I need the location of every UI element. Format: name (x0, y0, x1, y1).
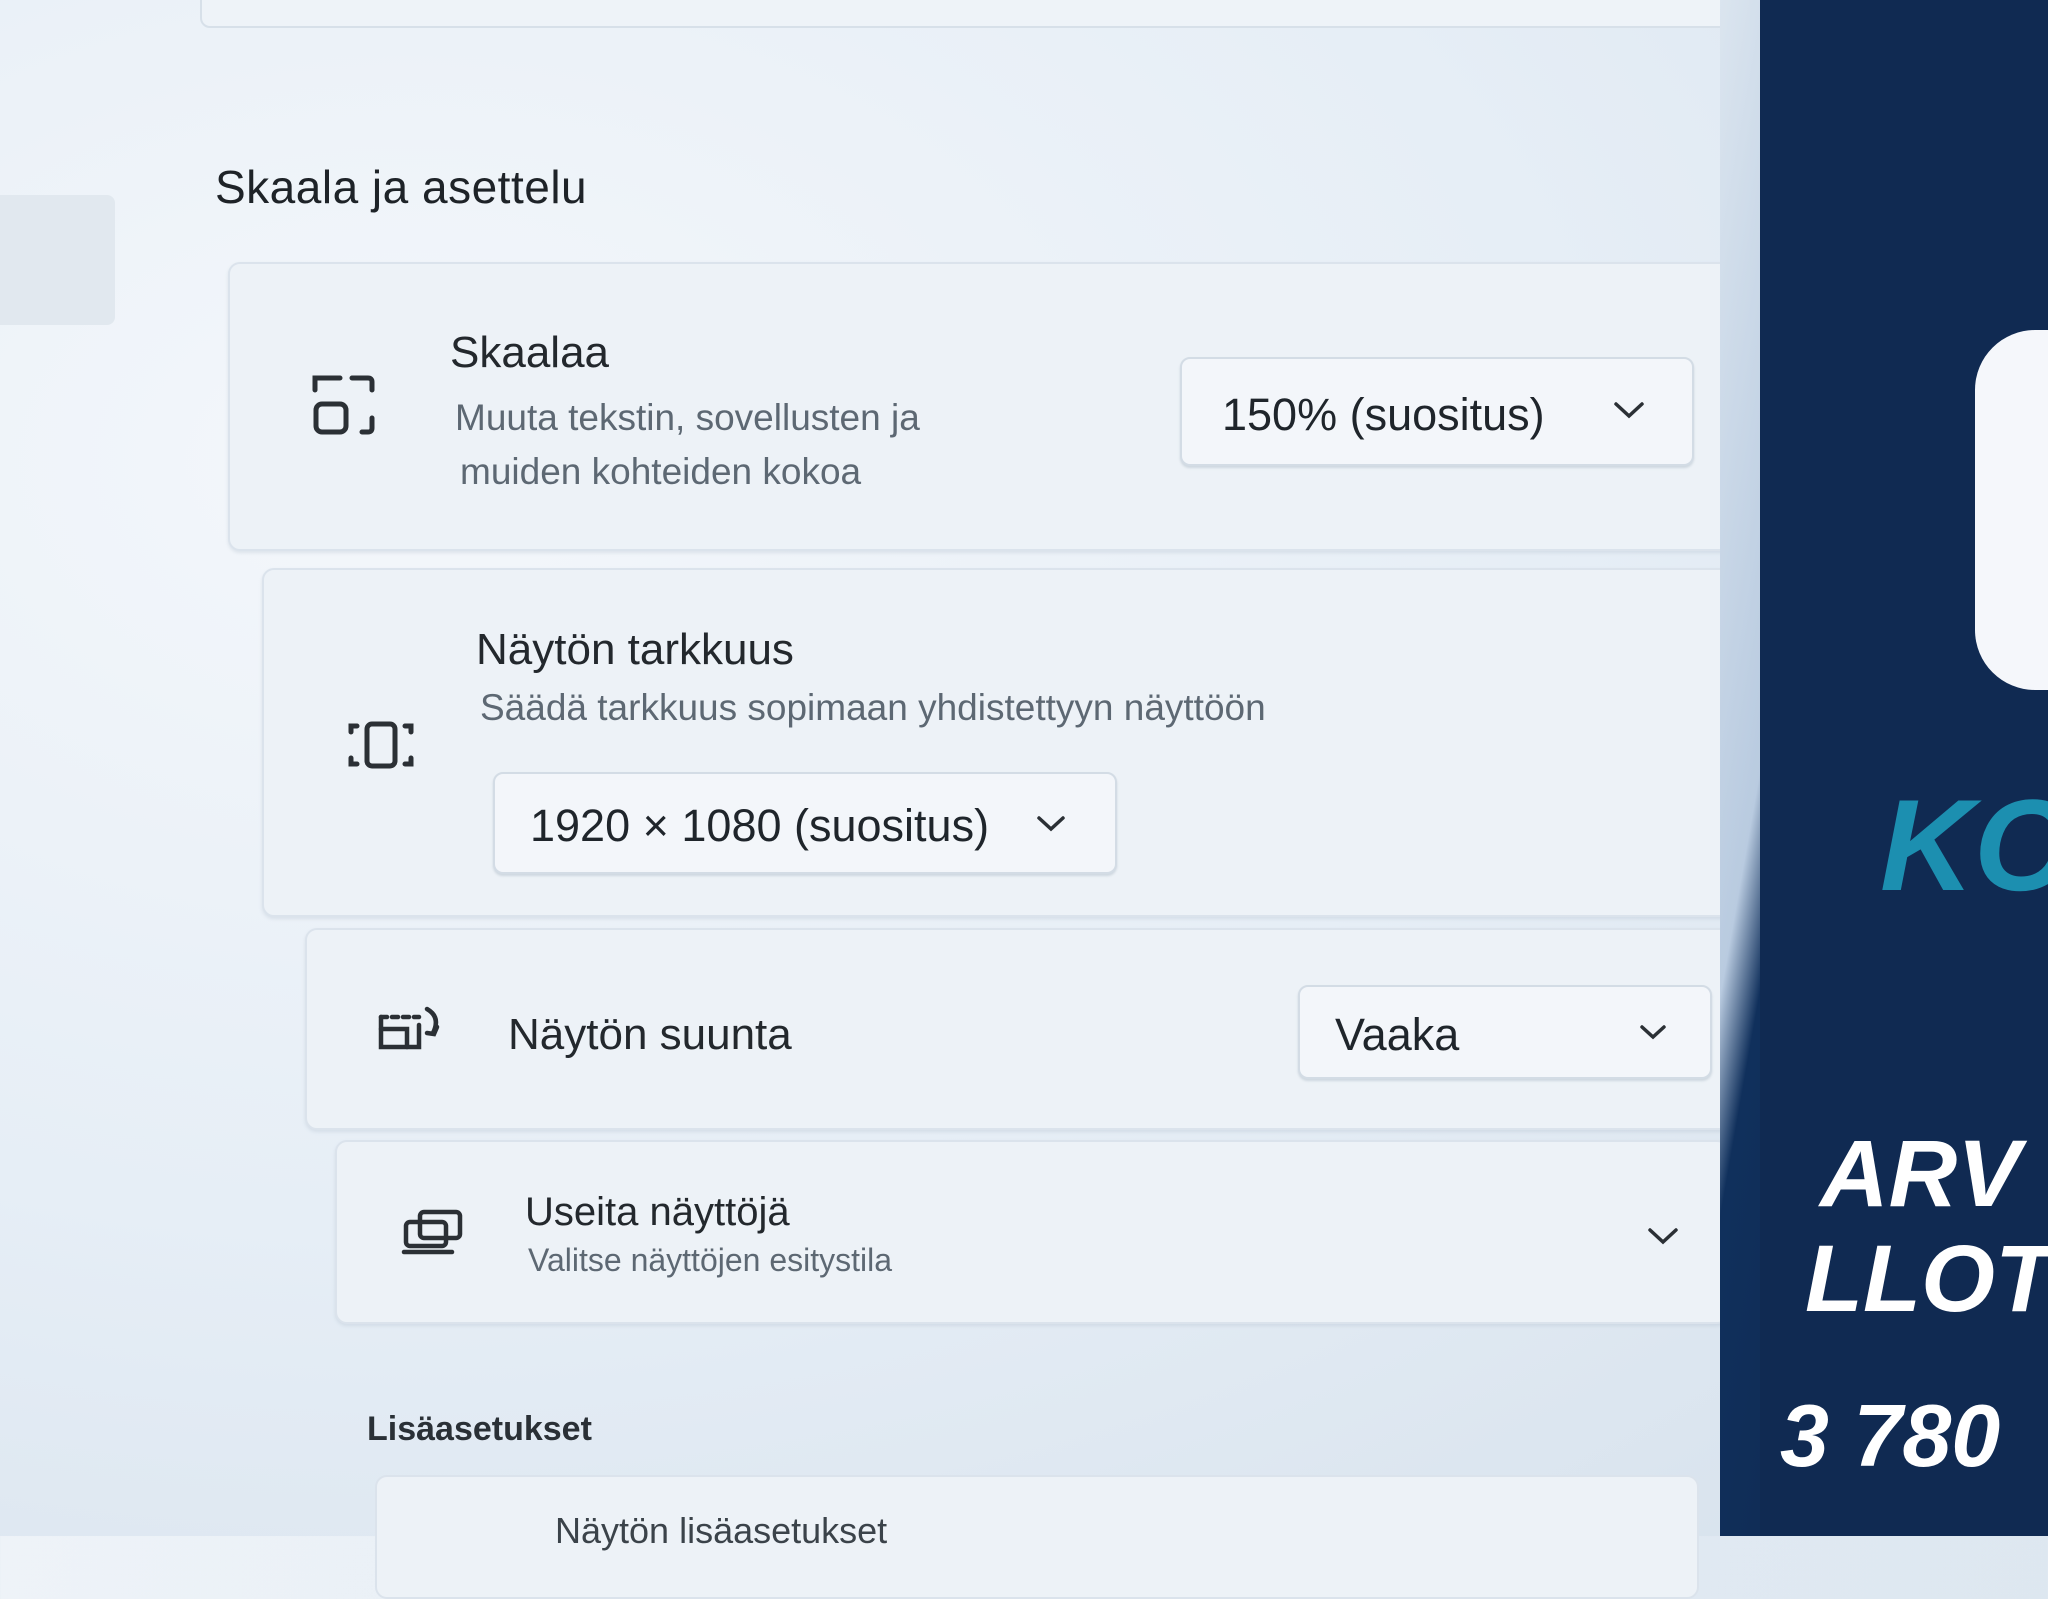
multiple-displays-description: Valitse näyttöjen esitystila (528, 1242, 893, 1278)
resolution-title: Näytön tarkkuus (476, 625, 794, 674)
scale-dropdown[interactable]: 150% (suositus) (1180, 357, 1694, 466)
nav-selection-hint (0, 195, 115, 325)
poster-text-3: LLOT (1805, 1226, 2048, 1332)
multiple-displays-title: Useita näyttöjä (525, 1190, 790, 1234)
orientation-title: Näytön suunta (508, 1010, 792, 1059)
previous-setting-card (200, 0, 1904, 28)
poster-text-1: KO (1880, 772, 2048, 918)
chevron-down-icon (1035, 814, 1067, 839)
multiple-displays-icon (400, 1208, 466, 1261)
orientation-dropdown[interactable]: Vaaka (1298, 985, 1712, 1079)
scale-title: Skaalaa (450, 328, 610, 377)
scale-dropdown-value: 150% (suositus) (1222, 389, 1545, 440)
chevron-down-icon (1638, 1023, 1668, 1048)
poster-text-4: 3 780 (1780, 1386, 2001, 1485)
scale-icon (310, 370, 380, 445)
scale-description-line1: Muuta tekstin, sovellusten ja (455, 397, 920, 438)
rotate-screen-icon (375, 1003, 447, 1058)
chevron-down-icon (1612, 399, 1646, 426)
advanced-display-label: Näytön lisäasetukset (555, 1510, 888, 1551)
resolution-icon (345, 718, 417, 777)
orientation-dropdown-value: Vaaka (1335, 1009, 1460, 1060)
section-title: Skaala ja asettelu (215, 161, 588, 213)
poster-text-2: ARV (1820, 1121, 2021, 1227)
resolution-description: Säädä tarkkuus sopimaan yhdistettyyn näy… (480, 687, 1266, 728)
resolution-dropdown-value: 1920 × 1080 (suositus) (530, 800, 990, 851)
chevron-down-icon[interactable] (1646, 1225, 1680, 1252)
poster-graphic (1975, 330, 2048, 690)
scale-description-line2: muiden kohteiden kokoa (460, 451, 862, 492)
resolution-dropdown[interactable]: 1920 × 1080 (suositus) (493, 772, 1117, 874)
advanced-heading: Lisäasetukset (367, 1410, 592, 1448)
